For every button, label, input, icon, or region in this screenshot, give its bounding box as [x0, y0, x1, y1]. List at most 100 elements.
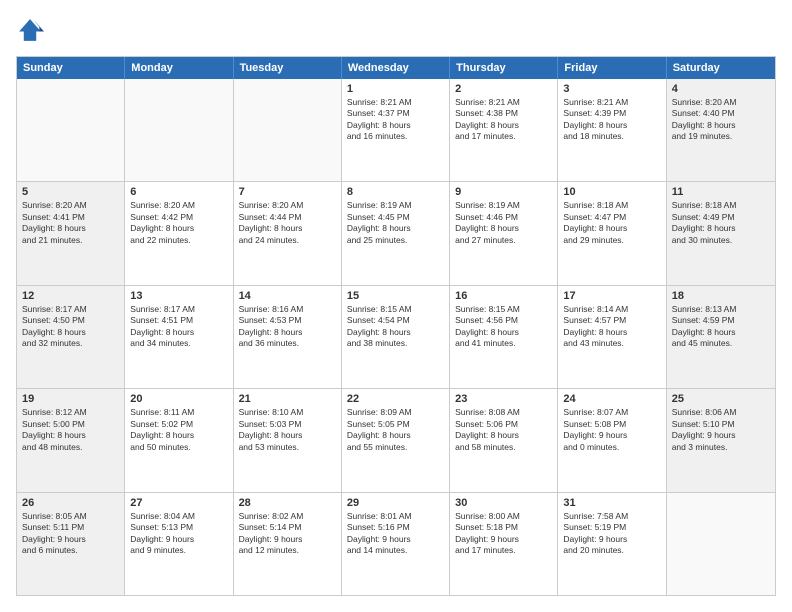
calendar-header: SundayMondayTuesdayWednesdayThursdayFrid…: [17, 57, 775, 79]
day-number: 31: [563, 497, 660, 509]
cell-info: Sunrise: 8:12 AMSunset: 5:00 PMDaylight:…: [22, 407, 119, 453]
cell-info: Sunrise: 8:21 AMSunset: 4:38 PMDaylight:…: [455, 97, 552, 143]
weekday-header-friday: Friday: [558, 57, 666, 79]
cell-info: Sunrise: 8:13 AMSunset: 4:59 PMDaylight:…: [672, 304, 770, 350]
weekday-header-monday: Monday: [125, 57, 233, 79]
day-number: 13: [130, 290, 227, 302]
cell-info: Sunrise: 8:05 AMSunset: 5:11 PMDaylight:…: [22, 511, 119, 557]
day-number: 2: [455, 83, 552, 95]
calendar-cell-20: 20 Sunrise: 8:11 AMSunset: 5:02 PMDayligh…: [125, 389, 233, 491]
cell-info: Sunrise: 8:20 AMSunset: 4:40 PMDaylight:…: [672, 97, 770, 143]
calendar-cell-3: 3Sunrise: 8:21 AMSunset: 4:39 PMDaylight…: [558, 79, 666, 181]
calendar-cell-empty: [234, 79, 342, 181]
day-number: 16: [455, 290, 552, 302]
calendar-cell-28: 28 Sunrise: 8:02 AMSunset: 5:14 PMDayligh…: [234, 493, 342, 595]
calendar-cell-31: 31 Sunrise: 7:58 AMSunset: 5:19 PMDayligh…: [558, 493, 666, 595]
cell-info: Sunrise: 8:08 AMSunset: 5:06 PMDaylight:…: [455, 407, 552, 453]
day-number: 14: [239, 290, 336, 302]
cell-info: Sunrise: 8:20 AMSunset: 4:42 PMDaylight:…: [130, 200, 227, 246]
cell-info: Sunrise: 8:04 AMSunset: 5:13 PMDaylight:…: [130, 511, 227, 557]
calendar-cell-6: 6 Sunrise: 8:20 AMSunset: 4:42 PMDaylight…: [125, 182, 233, 284]
cell-info: Sunrise: 8:10 AMSunset: 5:03 PMDaylight:…: [239, 407, 336, 453]
cell-info: Sunrise: 8:00 AMSunset: 5:18 PMDaylight:…: [455, 511, 552, 557]
day-number: 27: [130, 497, 227, 509]
day-number: 1: [347, 83, 444, 95]
calendar-cell-27: 27 Sunrise: 8:04 AMSunset: 5:13 PMDayligh…: [125, 493, 233, 595]
calendar-cell-9: 9 Sunrise: 8:19 AMSunset: 4:46 PMDaylight…: [450, 182, 558, 284]
page: SundayMondayTuesdayWednesdayThursdayFrid…: [0, 0, 792, 612]
weekday-header-saturday: Saturday: [667, 57, 775, 79]
calendar-cell-8: 8 Sunrise: 8:19 AMSunset: 4:45 PMDaylight…: [342, 182, 450, 284]
cell-info: Sunrise: 8:20 AMSunset: 4:44 PMDaylight:…: [239, 200, 336, 246]
calendar-cell-10: 10 Sunrise: 8:18 AMSunset: 4:47 PMDayligh…: [558, 182, 666, 284]
calendar-cell-7: 7 Sunrise: 8:20 AMSunset: 4:44 PMDaylight…: [234, 182, 342, 284]
day-number: 15: [347, 290, 444, 302]
calendar-cell-17: 17 Sunrise: 8:14 AMSunset: 4:57 PMDayligh…: [558, 286, 666, 388]
cell-info: Sunrise: 8:09 AMSunset: 5:05 PMDaylight:…: [347, 407, 444, 453]
weekday-header-wednesday: Wednesday: [342, 57, 450, 79]
day-number: 17: [563, 290, 660, 302]
day-number: 21: [239, 393, 336, 405]
calendar-body: 1 Sunrise: 8:21 AMSunset: 4:37 PMDaylight…: [17, 79, 775, 595]
calendar-cell-14: 14 Sunrise: 8:16 AMSunset: 4:53 PMDayligh…: [234, 286, 342, 388]
cell-info: Sunrise: 8:20 AMSunset: 4:41 PMDaylight:…: [22, 200, 119, 246]
calendar-cell-19: 19 Sunrise: 8:12 AMSunset: 5:00 PMDayligh…: [17, 389, 125, 491]
day-number: 26: [22, 497, 119, 509]
calendar-cell-1: 1 Sunrise: 8:21 AMSunset: 4:37 PMDaylight…: [342, 79, 450, 181]
calendar-row-1: 1 Sunrise: 8:21 AMSunset: 4:37 PMDaylight…: [17, 79, 775, 182]
calendar-cell-24: 24Sunrise: 8:07 AMSunset: 5:08 PMDayligh…: [558, 389, 666, 491]
day-number: 29: [347, 497, 444, 509]
cell-info: Sunrise: 8:14 AMSunset: 4:57 PMDaylight:…: [563, 304, 660, 350]
cell-info: Sunrise: 8:17 AMSunset: 4:50 PMDaylight:…: [22, 304, 119, 350]
cell-info: Sunrise: 7:58 AMSunset: 5:19 PMDaylight:…: [563, 511, 660, 557]
day-number: 10: [563, 186, 660, 198]
day-number: 23: [455, 393, 552, 405]
header: [16, 16, 776, 44]
cell-info: Sunrise: 8:21 AMSunset: 4:37 PMDaylight:…: [347, 97, 444, 143]
day-number: 12: [22, 290, 119, 302]
day-number: 24: [563, 393, 660, 405]
calendar-cell-22: 22Sunrise: 8:09 AMSunset: 5:05 PMDayligh…: [342, 389, 450, 491]
logo-icon: [16, 16, 44, 44]
day-number: 3: [563, 83, 660, 95]
calendar-cell-26: 26 Sunrise: 8:05 AMSunset: 5:11 PMDayligh…: [17, 493, 125, 595]
day-number: 4: [672, 83, 770, 95]
day-number: 6: [130, 186, 227, 198]
calendar-row-2: 5 Sunrise: 8:20 AMSunset: 4:41 PMDaylight…: [17, 182, 775, 285]
calendar-cell-23: 23 Sunrise: 8:08 AMSunset: 5:06 PMDayligh…: [450, 389, 558, 491]
calendar-row-3: 12 Sunrise: 8:17 AMSunset: 4:50 PMDayligh…: [17, 286, 775, 389]
cell-info: Sunrise: 8:15 AMSunset: 4:56 PMDaylight:…: [455, 304, 552, 350]
calendar-cell-2: 2 Sunrise: 8:21 AMSunset: 4:38 PMDaylight…: [450, 79, 558, 181]
cell-info: Sunrise: 8:19 AMSunset: 4:46 PMDaylight:…: [455, 200, 552, 246]
day-number: 20: [130, 393, 227, 405]
day-number: 7: [239, 186, 336, 198]
cell-info: Sunrise: 8:16 AMSunset: 4:53 PMDaylight:…: [239, 304, 336, 350]
calendar-cell-21: 21 Sunrise: 8:10 AMSunset: 5:03 PMDayligh…: [234, 389, 342, 491]
calendar: SundayMondayTuesdayWednesdayThursdayFrid…: [16, 56, 776, 596]
cell-info: Sunrise: 8:18 AMSunset: 4:49 PMDaylight:…: [672, 200, 770, 246]
calendar-cell-empty: [667, 493, 775, 595]
calendar-cell-empty: [125, 79, 233, 181]
day-number: 5: [22, 186, 119, 198]
day-number: 18: [672, 290, 770, 302]
cell-info: Sunrise: 8:18 AMSunset: 4:47 PMDaylight:…: [563, 200, 660, 246]
calendar-cell-30: 30Sunrise: 8:00 AMSunset: 5:18 PMDayligh…: [450, 493, 558, 595]
calendar-row-4: 19 Sunrise: 8:12 AMSunset: 5:00 PMDayligh…: [17, 389, 775, 492]
calendar-cell-18: 18 Sunrise: 8:13 AMSunset: 4:59 PMDayligh…: [667, 286, 775, 388]
cell-info: Sunrise: 8:15 AMSunset: 4:54 PMDaylight:…: [347, 304, 444, 350]
cell-info: Sunrise: 8:02 AMSunset: 5:14 PMDaylight:…: [239, 511, 336, 557]
calendar-cell-empty: [17, 79, 125, 181]
day-number: 25: [672, 393, 770, 405]
calendar-cell-11: 11Sunrise: 8:18 AMSunset: 4:49 PMDayligh…: [667, 182, 775, 284]
weekday-header-thursday: Thursday: [450, 57, 558, 79]
cell-info: Sunrise: 8:19 AMSunset: 4:45 PMDaylight:…: [347, 200, 444, 246]
logo: [16, 16, 48, 44]
cell-info: Sunrise: 8:06 AMSunset: 5:10 PMDaylight:…: [672, 407, 770, 453]
day-number: 19: [22, 393, 119, 405]
cell-info: Sunrise: 8:01 AMSunset: 5:16 PMDaylight:…: [347, 511, 444, 557]
day-number: 28: [239, 497, 336, 509]
cell-info: Sunrise: 8:11 AMSunset: 5:02 PMDaylight:…: [130, 407, 227, 453]
calendar-cell-4: 4 Sunrise: 8:20 AMSunset: 4:40 PMDaylight…: [667, 79, 775, 181]
day-number: 8: [347, 186, 444, 198]
day-number: 9: [455, 186, 552, 198]
